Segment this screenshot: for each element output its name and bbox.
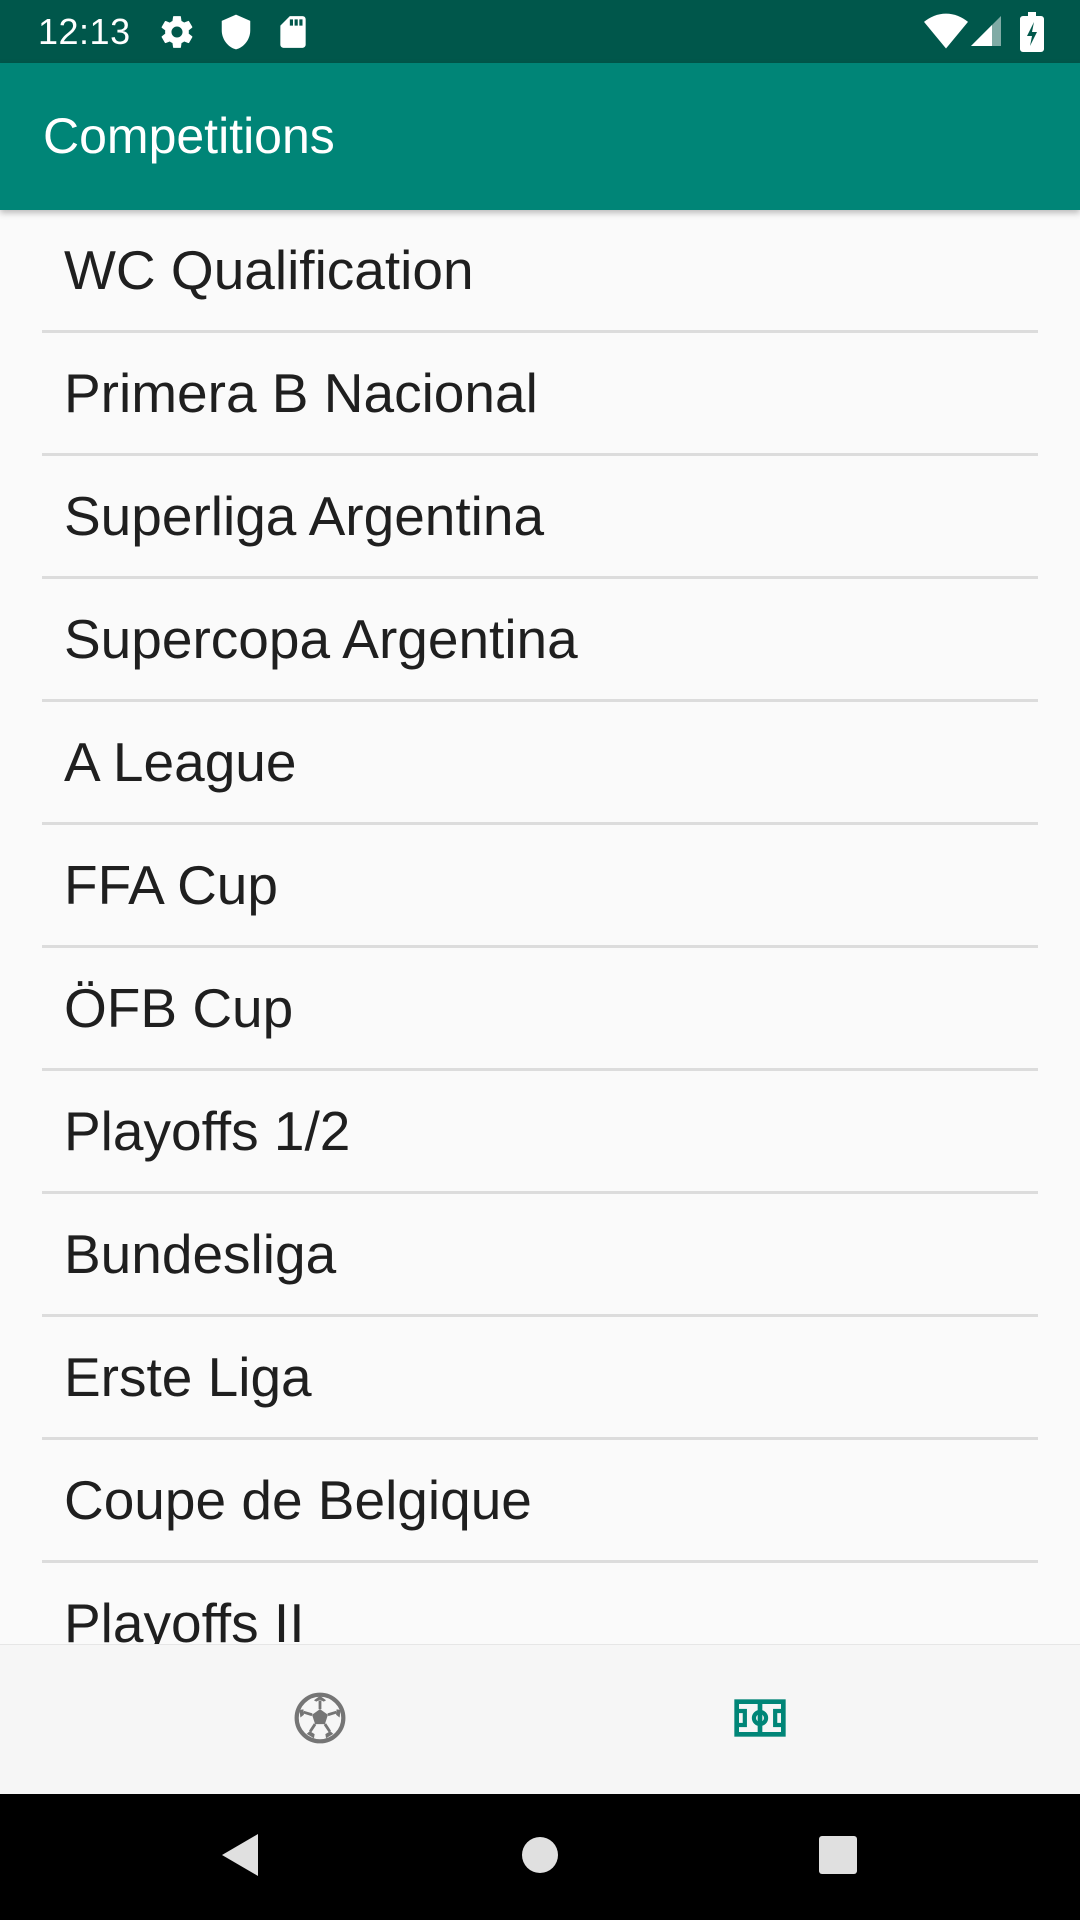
back-button[interactable]: [180, 1794, 300, 1920]
shield-icon: [217, 13, 255, 51]
list-item-label: FFA Cup: [64, 854, 278, 916]
list-item-label: Coupe de Belgique: [64, 1469, 532, 1531]
wifi-icon: [924, 13, 968, 51]
list-item[interactable]: Coupe de Belgique: [42, 1440, 1038, 1563]
recents-icon: [818, 1835, 858, 1880]
list-item[interactable]: Bundesliga: [42, 1194, 1038, 1317]
app-bar: Competitions: [0, 63, 1080, 210]
list-item-label: A League: [64, 731, 297, 793]
list-item[interactable]: Supercopa Argentina: [42, 579, 1038, 702]
list-item[interactable]: WC Qualification: [42, 210, 1038, 333]
list-item-label: ÖFB Cup: [64, 977, 294, 1039]
list-item[interactable]: FFA Cup: [42, 825, 1038, 948]
list-item-label: Playoffs 1/2: [64, 1100, 351, 1162]
competitions-list[interactable]: WC Qualification Primera B Nacional Supe…: [0, 210, 1080, 1644]
bottom-navigation: [0, 1644, 1080, 1795]
sd-card-icon: [274, 13, 312, 51]
list-item[interactable]: ÖFB Cup: [42, 948, 1038, 1071]
gear-icon: [158, 13, 196, 51]
list-item-label: Superliga Argentina: [64, 485, 545, 547]
list-item-label: Bundesliga: [64, 1223, 337, 1285]
page-title: Competitions: [43, 108, 335, 164]
list-item[interactable]: A League: [42, 702, 1038, 825]
status-time: 12:13: [38, 11, 131, 52]
soccer-ball-icon: [292, 1690, 348, 1751]
list-item[interactable]: Superliga Argentina: [42, 456, 1038, 579]
system-navigation-bar: [0, 1794, 1080, 1920]
home-icon: [520, 1835, 560, 1880]
recents-button[interactable]: [778, 1794, 898, 1920]
list-item-label: Erste Liga: [64, 1346, 312, 1408]
list-item-label: WC Qualification: [64, 239, 474, 301]
list-item[interactable]: Playoffs 1/2: [42, 1071, 1038, 1194]
list-item-label: Primera B Nacional: [64, 362, 538, 424]
back-icon: [218, 1830, 262, 1885]
list-item[interactable]: Erste Liga: [42, 1317, 1038, 1440]
soccer-field-icon: [732, 1690, 788, 1751]
battery-charging-icon: [1020, 12, 1044, 52]
status-bar: 12:13: [0, 0, 1080, 63]
list-item[interactable]: Primera B Nacional: [42, 333, 1038, 456]
list-item-label: Supercopa Argentina: [64, 608, 578, 670]
list-item-label: Playoffs II: [64, 1592, 305, 1644]
signal-icon: [968, 13, 1006, 51]
list-item[interactable]: Playoffs II: [42, 1563, 1038, 1644]
tab-competitions[interactable]: [490, 1645, 1030, 1795]
home-button[interactable]: [480, 1794, 600, 1920]
